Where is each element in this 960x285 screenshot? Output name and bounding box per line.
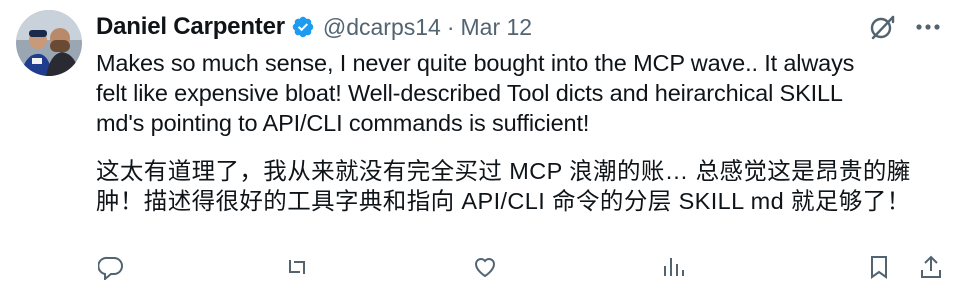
tweet-header: Daniel Carpenter @dcarps14 · Mar 12 xyxy=(96,10,532,44)
grok-icon[interactable] xyxy=(866,11,898,43)
repost-icon[interactable] xyxy=(284,254,310,280)
avatar[interactable] xyxy=(16,10,82,76)
tweet-text-chinese: 这太有道理了，我从来就没有完全买过 MCP 浪潮的账… 总感觉这是昂贵的臃 肿！… xyxy=(96,158,911,214)
author-handle[interactable]: @dcarps14 xyxy=(323,14,441,41)
tweet-timestamp[interactable]: Mar 12 xyxy=(461,14,533,41)
tweet-text-english: Makes so much sense, I never quite bough… xyxy=(96,50,855,136)
bookmark-icon[interactable] xyxy=(866,254,892,280)
author-display-name[interactable]: Daniel Carpenter xyxy=(96,13,285,41)
share-icon[interactable] xyxy=(918,254,944,280)
like-icon[interactable] xyxy=(472,254,498,280)
views-icon[interactable] xyxy=(660,254,686,280)
more-icon[interactable] xyxy=(912,11,944,43)
reply-icon[interactable] xyxy=(97,254,124,282)
tweet-actions xyxy=(96,246,946,282)
tweet-card[interactable]: Daniel Carpenter @dcarps14 · Mar 12 Make… xyxy=(0,0,960,282)
header-separator: · xyxy=(446,13,455,40)
verified-badge-icon xyxy=(291,15,315,39)
